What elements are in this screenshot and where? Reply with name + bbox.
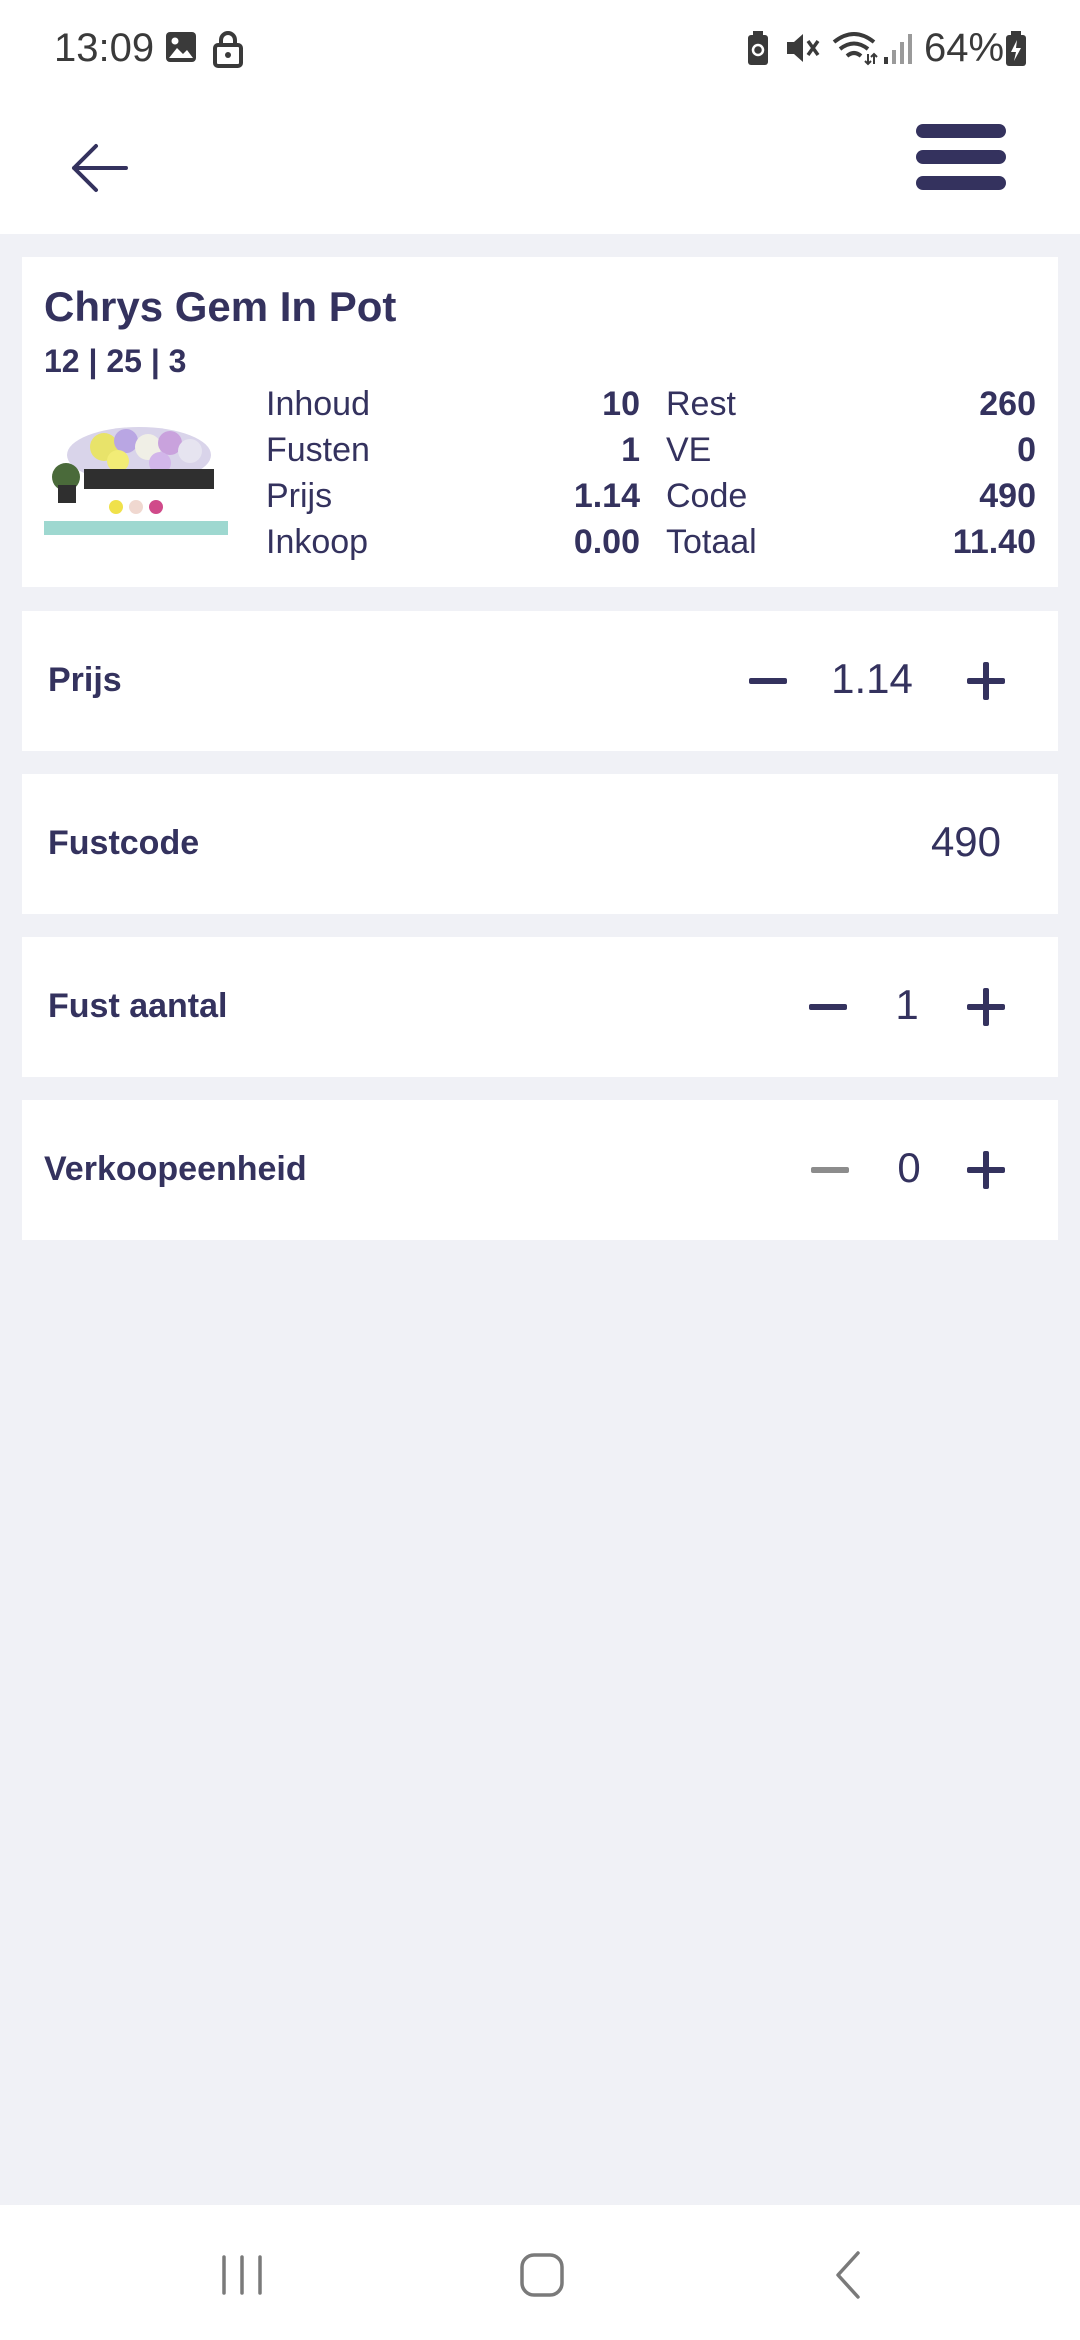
recent-apps-button[interactable]: [202, 2245, 282, 2305]
fustcode-value[interactable]: 490: [906, 818, 1026, 866]
system-back-button[interactable]: [808, 2245, 888, 2305]
prijs-increment-button[interactable]: [956, 651, 1016, 711]
product-card: Chrys Gem In Pot 12 | 25 | 3 Inhoud 10 F…: [22, 257, 1058, 587]
signal-icon: [884, 34, 912, 64]
home-button[interactable]: [502, 2245, 582, 2305]
verkoopeenheid-label: Verkoopeenheid: [44, 1150, 307, 1188]
verkoopeenheid-field: Verkoopeenheid 0: [22, 1100, 1058, 1240]
mute-icon: [787, 34, 820, 62]
battery-saver-icon: [748, 31, 768, 65]
fust-aantal-label: Fust aantal: [48, 987, 228, 1025]
minus-icon: [809, 1004, 847, 1010]
gallery-icon: [166, 32, 196, 62]
info-row-prijs: Prijs 1.14: [266, 477, 640, 515]
battery-charging-icon: [1006, 31, 1026, 66]
menu-button[interactable]: [906, 120, 1006, 220]
info-row-fusten: Fusten 1: [266, 431, 640, 469]
info-row-totaal: Totaal 11.40: [666, 523, 1036, 561]
verkoopeenheid-decrement-button[interactable]: [800, 1140, 860, 1200]
app-header: [0, 100, 1080, 234]
chevron-left-icon: [836, 2251, 860, 2299]
arrow-left-icon: [72, 144, 128, 192]
lock-icon: [213, 31, 243, 68]
fustcode-label: Fustcode: [48, 824, 200, 862]
fust-aantal-value[interactable]: 1: [872, 981, 942, 1029]
info-row-rest: Rest 260: [666, 385, 1036, 423]
system-nav-bar: [0, 2205, 1080, 2340]
minus-icon: [749, 678, 787, 684]
status-time: 13:09: [54, 26, 155, 70]
recent-apps-icon: [222, 2255, 262, 2295]
prijs-label: Prijs: [48, 661, 122, 699]
battery-percent: 64%: [924, 26, 1005, 70]
fustcode-field: Fustcode 490: [22, 774, 1058, 914]
prijs-field: Prijs 1.14: [22, 611, 1058, 751]
info-row-inkoop: Inkoop 0.00: [266, 523, 640, 561]
prijs-value[interactable]: 1.14: [812, 655, 932, 703]
product-subtitle: 12 | 25 | 3: [44, 343, 187, 379]
prijs-decrement-button[interactable]: [738, 651, 798, 711]
fust-aantal-field: Fust aantal 1: [22, 937, 1058, 1077]
status-bar: 13:09 64%: [0, 0, 1080, 100]
back-button[interactable]: [60, 128, 140, 208]
home-icon: [520, 2253, 564, 2297]
verkoopeenheid-increment-button[interactable]: [956, 1140, 1016, 1200]
product-image: [44, 417, 228, 537]
info-row-code: Code 490: [666, 477, 1036, 515]
minus-icon: [811, 1167, 849, 1173]
fust-aantal-decrement-button[interactable]: [798, 977, 858, 1037]
info-row-inhoud: Inhoud 10: [266, 385, 640, 423]
verkoopeenheid-value[interactable]: 0: [874, 1144, 944, 1192]
product-name: Chrys Gem In Pot: [44, 283, 397, 330]
info-row-ve: VE 0: [666, 431, 1036, 469]
fust-aantal-increment-button[interactable]: [956, 977, 1016, 1037]
wifi-icon: [832, 32, 878, 66]
